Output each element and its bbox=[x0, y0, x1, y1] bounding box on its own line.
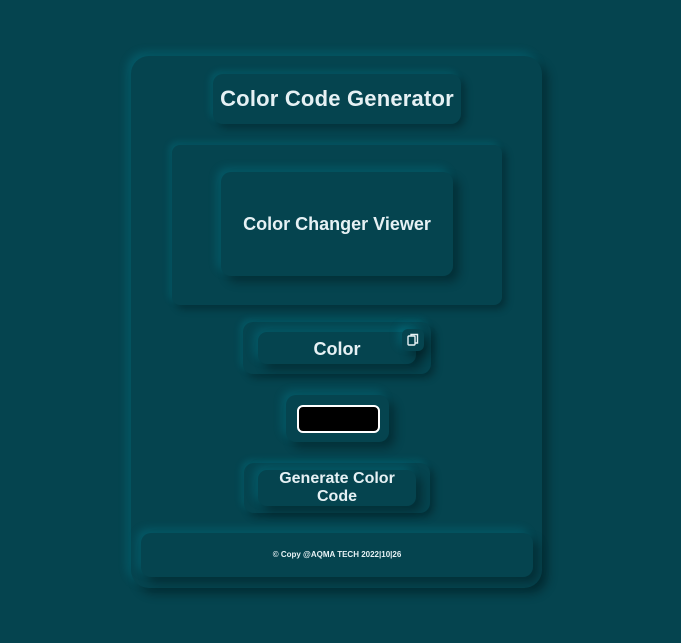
generate-color-button[interactable]: Generate Color Code bbox=[258, 470, 416, 506]
copy-icon bbox=[407, 333, 419, 346]
color-picker-input[interactable] bbox=[297, 405, 380, 433]
page-title: Color Code Generator bbox=[220, 86, 454, 111]
copy-button[interactable] bbox=[402, 329, 424, 351]
footer: © Copy @AQMA TECH 2022|10|26 bbox=[141, 533, 533, 577]
color-code-output: Color bbox=[258, 332, 416, 364]
color-viewer: Color Changer Viewer bbox=[221, 172, 453, 276]
color-code-text: Color bbox=[313, 339, 361, 359]
footer-text: © Copy @AQMA TECH 2022|10|26 bbox=[272, 550, 402, 559]
title-box: Color Code Generator bbox=[213, 74, 461, 124]
color-viewer-label: Color Changer Viewer bbox=[243, 214, 431, 234]
generate-color-label: Generate Color Code bbox=[279, 470, 395, 505]
